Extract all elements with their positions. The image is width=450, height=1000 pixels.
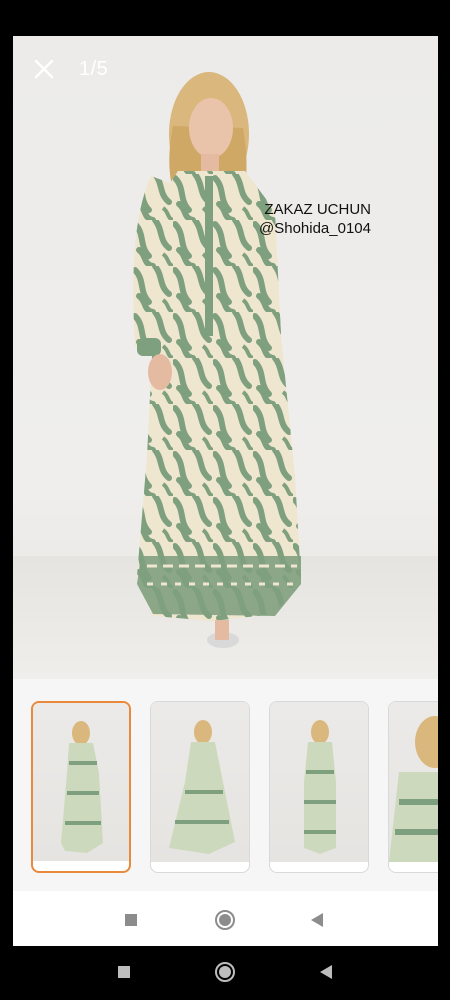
thumbnail-4[interactable] <box>388 701 438 873</box>
main-photo[interactable]: 1/5 ZAKAZ UCHUN @Shohida_0104 <box>13 36 438 679</box>
close-button[interactable] <box>29 54 59 84</box>
thumbnail-2[interactable] <box>150 701 250 873</box>
recents-icon <box>125 914 137 926</box>
system-recents-button[interactable] <box>110 958 138 986</box>
home-button[interactable] <box>211 906 239 934</box>
watermark-text: ZAKAZ UCHUN @Shohida_0104 <box>259 200 371 238</box>
inner-navigation-bar <box>13 894 438 946</box>
recents-icon <box>118 966 130 978</box>
back-button[interactable] <box>303 906 331 934</box>
image-counter: 1/5 <box>79 58 109 80</box>
home-icon <box>215 962 235 982</box>
viewer-top-bar: 1/5 <box>13 36 438 106</box>
watermark-line2: @Shohida_0104 <box>259 220 371 237</box>
system-home-button[interactable] <box>211 958 239 986</box>
thumbnail-1[interactable] <box>31 701 131 873</box>
thumbnail-3[interactable] <box>269 701 369 873</box>
recents-button[interactable] <box>117 906 145 934</box>
close-icon <box>34 59 54 79</box>
model-figure <box>133 72 301 648</box>
system-back-button[interactable] <box>312 958 340 986</box>
thumbnail-strip[interactable] <box>13 679 438 891</box>
home-icon <box>215 910 235 930</box>
thumbnail-image <box>304 720 336 854</box>
back-icon <box>311 913 323 927</box>
thumbnail-image <box>389 716 438 862</box>
app-screen: 1/5 ZAKAZ UCHUN @Shohida_0104 <box>13 36 438 946</box>
system-navigation-bar <box>0 946 450 1000</box>
thumbnail-image <box>61 721 103 853</box>
back-icon <box>320 965 332 979</box>
watermark-line1: ZAKAZ UCHUN <box>264 201 371 218</box>
thumbnail-image <box>169 720 235 854</box>
